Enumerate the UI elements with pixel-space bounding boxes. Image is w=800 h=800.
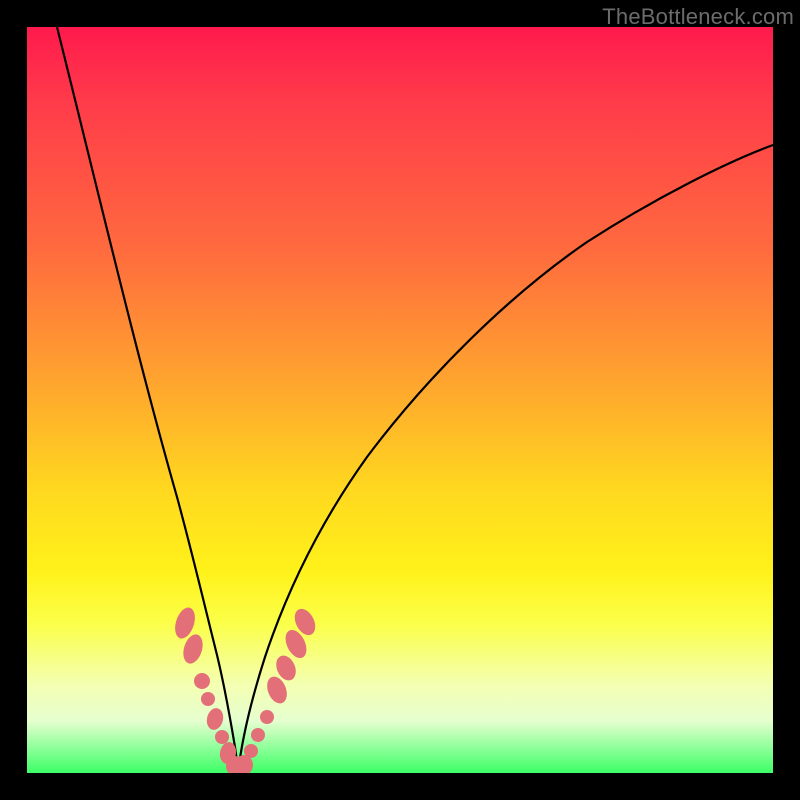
marker-left-3	[194, 673, 210, 689]
marker-right-4	[260, 710, 274, 724]
marker-left-5	[205, 706, 226, 731]
plot-area	[27, 27, 773, 773]
curve-right-arm	[238, 145, 773, 773]
curve-layer	[27, 27, 773, 773]
marker-right-3	[251, 728, 265, 742]
marker-left-6	[215, 730, 229, 744]
chart-frame: TheBottleneck.com	[0, 0, 800, 800]
marker-right-2	[244, 744, 258, 758]
curve-left-arm	[57, 27, 238, 773]
marker-left-4	[201, 692, 215, 706]
